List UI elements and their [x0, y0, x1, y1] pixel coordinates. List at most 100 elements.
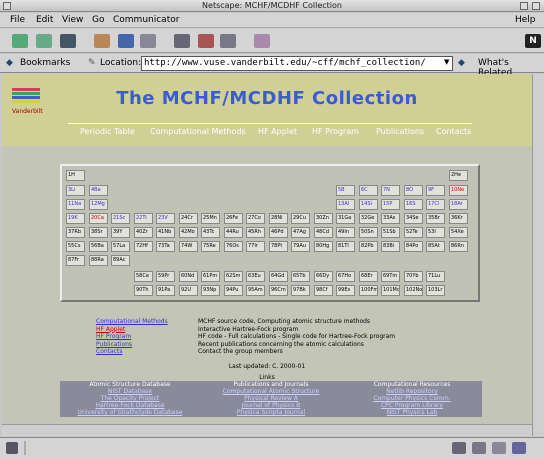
element-cell[interactable]: 10Ne	[449, 185, 468, 196]
security-icon[interactable]	[198, 34, 214, 48]
back-icon[interactable]	[12, 34, 28, 48]
element-cell[interactable]: 97Bk	[291, 285, 310, 296]
menu-communicator[interactable]: Communicator	[113, 15, 179, 25]
stop-icon[interactable]	[254, 34, 270, 48]
element-cell[interactable]: 78Pt	[269, 241, 288, 252]
resource-link[interactable]: NIST Physics Lab	[342, 409, 482, 416]
resource-link[interactable]: Computational Atomic Structure	[201, 388, 341, 395]
resource-link[interactable]: Hartree-Fock Database	[60, 402, 200, 409]
element-cell[interactable]: 25Mn	[201, 213, 220, 224]
mail-icon[interactable]	[452, 442, 466, 454]
element-cell[interactable]: 26Fe	[224, 213, 243, 224]
element-cell[interactable]: 92U	[179, 285, 198, 296]
resource-link[interactable]: Physical Review A	[201, 395, 341, 402]
element-cell[interactable]: 88Ra	[89, 255, 108, 266]
bookmark-icon[interactable]: ◆	[6, 58, 13, 68]
element-cell[interactable]: 20Ca	[89, 213, 108, 224]
element-cell[interactable]: 61Pm	[201, 271, 220, 282]
resource-link[interactable]: Physica Scripta Journal	[201, 409, 341, 416]
element-cell[interactable]: 6C	[359, 185, 378, 196]
link-hf-applet[interactable]: HF Applet	[96, 326, 168, 334]
element-cell[interactable]: 50Sn	[359, 227, 378, 238]
element-cell[interactable]: 9F	[426, 185, 445, 196]
element-cell[interactable]: 29Cu	[291, 213, 310, 224]
element-cell[interactable]: 11Na	[66, 199, 85, 210]
element-cell[interactable]: 23V	[156, 213, 175, 224]
element-cell[interactable]: 63Eu	[246, 271, 265, 282]
element-cell[interactable]: 19K	[66, 213, 85, 224]
element-cell[interactable]: 47Ag	[291, 227, 310, 238]
element-cell[interactable]: 69Tm	[381, 271, 400, 282]
maximize-button[interactable]	[532, 2, 540, 10]
element-cell[interactable]: 85At	[426, 241, 445, 252]
element-cell[interactable]: 35Br	[426, 213, 445, 224]
element-cell[interactable]: 62Sm	[224, 271, 243, 282]
element-cell[interactable]: 68Er	[359, 271, 378, 282]
element-cell[interactable]: 74W	[179, 241, 198, 252]
element-cell[interactable]: 4Be	[89, 185, 108, 196]
element-cell[interactable]: 83Bi	[381, 241, 400, 252]
menu-go[interactable]: Go	[92, 15, 104, 25]
link-computational-methods[interactable]: Computational Methods	[96, 318, 168, 326]
link-contacts[interactable]: Contacts	[96, 348, 168, 356]
element-cell[interactable]: 52Te	[404, 227, 423, 238]
netscape-icon[interactable]	[140, 34, 156, 48]
element-cell[interactable]: 41Nb	[156, 227, 175, 238]
element-cell[interactable]: 43Tc	[201, 227, 220, 238]
element-cell[interactable]: 70Yb	[404, 271, 423, 282]
element-cell[interactable]: 49In	[336, 227, 355, 238]
element-cell[interactable]: 16S	[404, 199, 423, 210]
element-cell[interactable]: 3Li	[66, 185, 85, 196]
element-cell[interactable]: 90Th	[134, 285, 153, 296]
element-cell[interactable]: 53I	[426, 227, 445, 238]
element-cell[interactable]: 21Sc	[111, 213, 130, 224]
element-cell[interactable]: 60Nd	[179, 271, 198, 282]
element-cell[interactable]: 99Es	[336, 285, 355, 296]
element-cell[interactable]: 65Tb	[291, 271, 310, 282]
element-cell[interactable]: 102No	[404, 285, 423, 296]
element-cell[interactable]: 22Ti	[134, 213, 153, 224]
element-cell[interactable]: 56Ba	[89, 241, 108, 252]
whats-related-icon[interactable]: ◆	[458, 58, 465, 68]
element-cell[interactable]: 2He	[449, 170, 468, 181]
element-cell[interactable]: 34Se	[404, 213, 423, 224]
element-cell[interactable]: 33As	[381, 213, 400, 224]
element-cell[interactable]: 32Ge	[359, 213, 378, 224]
element-cell[interactable]: 31Ga	[336, 213, 355, 224]
menu-help[interactable]: Help	[515, 15, 536, 25]
reload-icon[interactable]	[60, 34, 76, 48]
element-cell[interactable]: 103Lr	[426, 285, 445, 296]
element-cell[interactable]: 72Hf	[134, 241, 153, 252]
element-cell[interactable]: 79Au	[291, 241, 310, 252]
element-cell[interactable]: 91Pa	[156, 285, 175, 296]
resource-link[interactable]: CPC Program Library	[342, 402, 482, 409]
element-cell[interactable]: 67Ho	[336, 271, 355, 282]
element-cell[interactable]: 87Fr	[66, 255, 85, 266]
element-cell[interactable]: 45Rh	[246, 227, 265, 238]
element-cell[interactable]: 15P	[381, 199, 400, 210]
print-icon[interactable]	[174, 34, 190, 48]
element-cell[interactable]: 73Ta	[156, 241, 175, 252]
element-cell[interactable]: 30Zn	[314, 213, 333, 224]
element-cell[interactable]: 80Hg	[314, 241, 333, 252]
element-cell[interactable]: 39Y	[111, 227, 130, 238]
element-cell[interactable]: 81Tl	[336, 241, 355, 252]
element-cell[interactable]: 66Dy	[314, 271, 333, 282]
menu-view[interactable]: View	[62, 15, 83, 25]
element-cell[interactable]: 5B	[336, 185, 355, 196]
element-cell[interactable]: 96Cm	[269, 285, 288, 296]
netscape-logo-icon[interactable]: N	[525, 34, 541, 48]
dropdown-chevron-icon[interactable]: ▼	[444, 58, 449, 66]
element-cell[interactable]: 27Co	[246, 213, 265, 224]
minimize-button[interactable]	[520, 2, 528, 10]
element-cell[interactable]: 93Np	[201, 285, 220, 296]
element-cell[interactable]: 38Sr	[89, 227, 108, 238]
element-cell[interactable]: 59Pr	[156, 271, 175, 282]
element-cell[interactable]: 48Cd	[314, 227, 333, 238]
element-cell[interactable]: 64Gd	[269, 271, 288, 282]
shop-icon[interactable]	[220, 34, 236, 48]
element-cell[interactable]: 13Al	[336, 199, 355, 210]
messenger-icon[interactable]	[472, 442, 486, 454]
home-icon[interactable]	[94, 34, 110, 48]
element-cell[interactable]: 84Po	[404, 241, 423, 252]
